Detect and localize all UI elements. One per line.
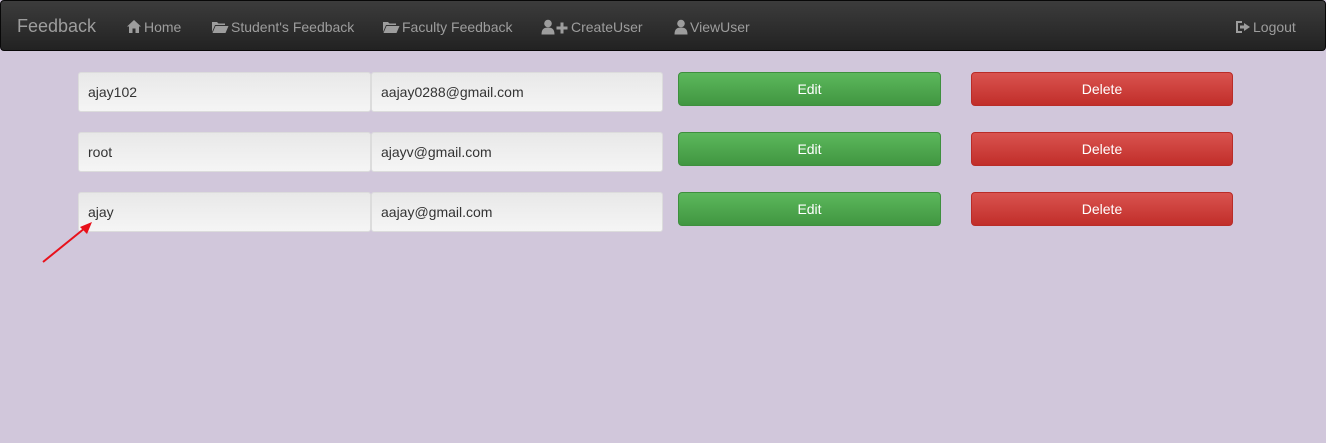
delete-button[interactable]: Delete	[971, 72, 1233, 106]
nav-logout[interactable]: Logout	[1235, 1, 1296, 52]
nav-home-label: Home	[144, 18, 182, 35]
home-icon	[126, 19, 142, 34]
user-username-cell: ajay	[78, 192, 371, 232]
user-icon	[674, 19, 688, 35]
folder-open-icon	[382, 20, 400, 34]
nav-view-user[interactable]: ViewUser	[674, 1, 750, 52]
nav-faculty-feedback[interactable]: Faculty Feedback	[382, 1, 513, 52]
delete-button[interactable]: Delete	[971, 132, 1233, 166]
navbar: Feedback Home Student's Feedback Faculty…	[0, 0, 1326, 51]
nav-students-feedback-label: Student's Feedback	[231, 18, 355, 35]
user-username-cell: root	[78, 132, 371, 172]
user-plus-icon	[541, 19, 569, 35]
logout-icon	[1235, 20, 1251, 34]
navbar-brand[interactable]: Feedback	[17, 1, 96, 52]
user-email-cell: aajay@gmail.com	[371, 192, 663, 232]
delete-button[interactable]: Delete	[971, 192, 1233, 226]
nav-create-user-label: CreateUser	[571, 18, 643, 35]
user-username-cell: ajay102	[78, 72, 371, 112]
edit-button[interactable]: Edit	[678, 132, 941, 166]
nav-faculty-feedback-label: Faculty Feedback	[402, 18, 513, 35]
nav-students-feedback[interactable]: Student's Feedback	[211, 1, 354, 52]
nav-view-user-label: ViewUser	[690, 18, 750, 35]
user-email-cell: aajay0288@gmail.com	[371, 72, 663, 112]
nav-create-user[interactable]: CreateUser	[541, 1, 643, 52]
user-email-cell: ajayv@gmail.com	[371, 132, 663, 172]
edit-button[interactable]: Edit	[678, 192, 941, 226]
edit-button[interactable]: Edit	[678, 72, 941, 106]
folder-open-icon	[211, 20, 229, 34]
nav-home[interactable]: Home	[126, 1, 181, 52]
nav-logout-label: Logout	[1253, 18, 1296, 35]
